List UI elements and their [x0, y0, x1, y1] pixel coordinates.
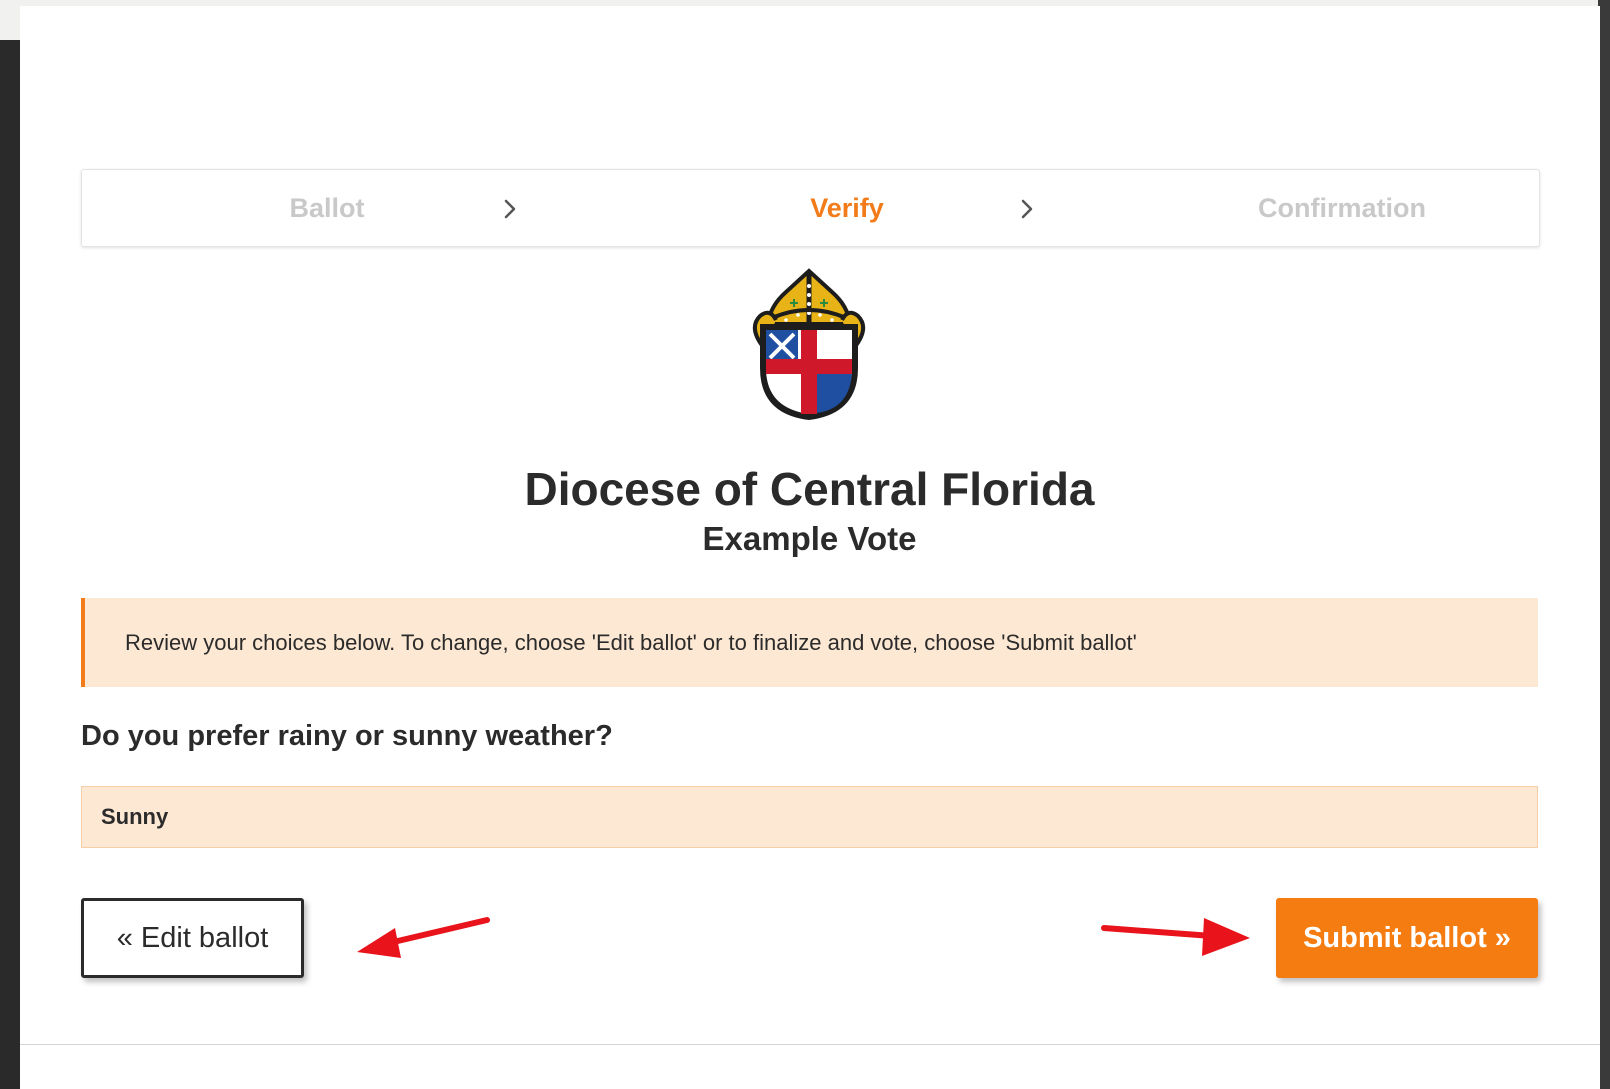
- submit-ballot-button[interactable]: Submit ballot »: [1276, 898, 1538, 978]
- red-arrow-icon: [357, 917, 490, 958]
- page-panel-footer: [20, 1045, 1600, 1089]
- review-notice: Review your choices below. To change, ch…: [81, 598, 1538, 687]
- chevron-right-icon: [504, 199, 516, 219]
- step-confirmation: Confirmation: [1258, 193, 1426, 223]
- vote-title: Example Vote: [702, 520, 917, 557]
- step-progress-bar: Ballot Verify Confirmation: [81, 169, 1540, 247]
- chevron-right-icon: [1021, 199, 1033, 219]
- step-ballot: Ballot: [289, 193, 365, 223]
- edit-ballot-button[interactable]: « Edit ballot: [81, 898, 304, 978]
- step-verify: Verify: [810, 193, 884, 223]
- organization-title: Diocese of Central Florida: [524, 463, 1095, 515]
- red-arrow-icon: [1101, 918, 1250, 956]
- ballot-question: Do you prefer rainy or sunny weather?: [81, 720, 613, 752]
- diocese-logo: [752, 268, 866, 420]
- selected-answer: Sunny: [81, 786, 1538, 848]
